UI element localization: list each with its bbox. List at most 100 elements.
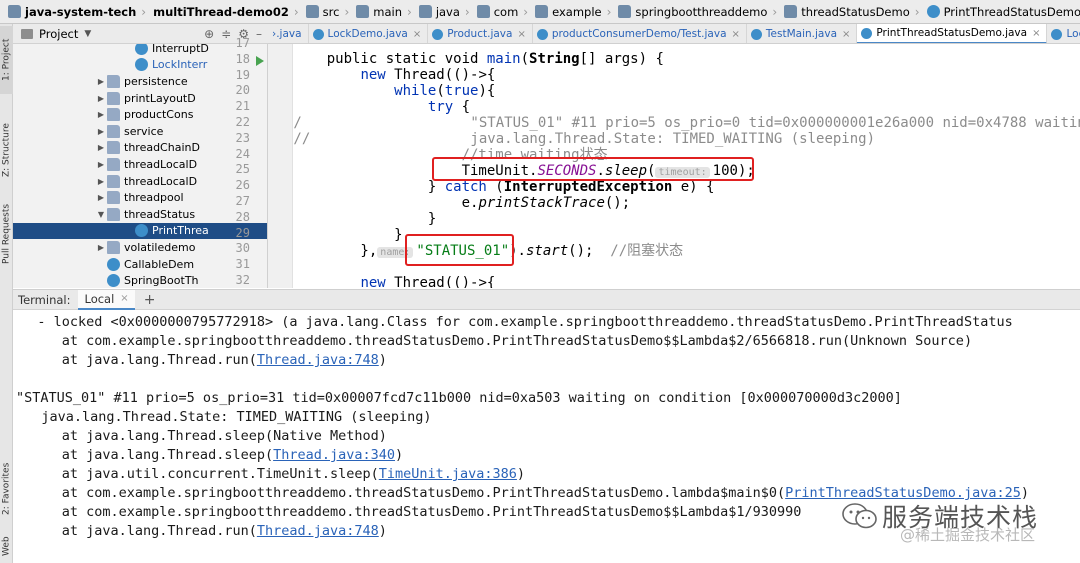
editor-tab[interactable]: Product.java × [428,24,533,43]
stack-link[interactable]: PrintThreadStatusDemo.java:25 [785,485,1021,501]
editor-tab-label: LockInterruptDemo.java [1066,28,1080,40]
locate-icon[interactable]: ⊕ [204,27,214,41]
add-terminal-icon[interactable]: + [144,292,156,308]
expand-arrow-icon[interactable]: ▶ [95,243,107,252]
breadcrumb-item[interactable]: java-system-tech [4,0,138,23]
favorites-tool-tab[interactable]: 2: Favorites [0,454,13,524]
close-icon[interactable]: × [413,29,421,40]
line-number: 17 [235,36,250,50]
tree-item-label: threadChainD [124,141,200,155]
breadcrumb-label: main [373,4,402,19]
expand-arrow-icon[interactable]: ▶ [95,77,107,86]
code-line-29: } [293,227,403,243]
editor-tab[interactable]: productConsumerDemo/Test.java × [533,24,747,43]
run-icon[interactable] [256,56,264,66]
close-icon[interactable]: × [732,29,740,40]
web-tool-tab[interactable]: Web [0,532,13,560]
breadcrumb-item[interactable]: com [473,0,521,23]
line-number: 24 [235,146,250,161]
breadcrumb-separator: › [914,4,920,19]
stack-link[interactable]: Thread.java:748 [257,352,379,368]
terminal-output[interactable]: - locked <0x0000000795772918> (a java.la… [13,310,1080,563]
breadcrumb-item[interactable]: main [352,0,404,23]
project-tool-tab-label: 1: Project [1,38,12,82]
breadcrumb-item[interactable]: src [302,0,342,23]
breadcrumb-label: PrintThreadStatusDemo [943,4,1080,19]
stack-link[interactable]: TimeUnit.java:386 [379,466,517,482]
editor-tab[interactable]: TestMain.java × [747,24,858,43]
class-icon [536,28,548,40]
close-icon[interactable]: × [842,29,850,40]
editor-tab-label: ›.java [272,28,302,40]
breadcrumb-separator: › [523,4,529,19]
editor-tab[interactable]: LockDemo.java × [309,24,429,43]
expand-arrow-icon[interactable]: ▶ [95,110,107,119]
editor-tab-label: PrintThreadStatusDemo.java [876,27,1028,39]
structure-tool-tab[interactable]: Z: Structure [0,116,13,184]
breadcrumb-label: threadStatusDemo [801,4,910,19]
code-line-22: // "STATUS_01" #11 prio=5 os_prio=0 tid=… [293,115,1080,131]
terminal-line: at java.lang.Thread.run(Thread.java:748) [13,523,387,539]
tree-item-label: printLayoutD [124,91,196,105]
line-number: 23 [235,130,250,145]
tree-item-label: SpringBootTh [124,274,199,288]
stack-link[interactable]: Thread.java:748 [257,523,379,539]
expand-arrow-icon[interactable]: ▶ [95,193,107,202]
expand-arrow-icon[interactable]: ▶ [95,160,107,169]
code-line-18: public static void main(String[] args) { [293,51,664,67]
terminal-line: at com.example.springbootthreaddemo.thre… [13,333,973,349]
close-icon[interactable]: × [120,293,128,304]
expand-arrow-icon[interactable]: ▶ [95,143,107,152]
editor-tab[interactable]: PrintThreadStatusDemo.java × [857,24,1048,43]
terminal-line: at com.example.springbootthreaddemo.thre… [13,485,1029,501]
chevron-down-icon[interactable]: ▼ [84,29,91,39]
terminal-line: - locked <0x0000000795772918> (a java.la… [13,314,1013,330]
code-line-26: } catch (InterruptedException e) { [293,179,715,195]
breadcrumb-item[interactable]: multiThread-demo02 [149,0,291,23]
class-icon [1051,28,1063,40]
tree-item-label: volatiledemo [124,240,196,254]
tree-item-label: PrintThrea [152,224,209,238]
annotation-sleep-call [432,157,754,181]
close-icon[interactable]: × [1032,28,1040,39]
annotation-thread-name [405,234,514,266]
editor-tab-label: productConsumerDemo/Test.java [551,28,727,40]
terminal-line: at java.lang.Thread.run(Thread.java:748) [13,352,387,368]
code-line-19: new Thread(()->{ [360,67,496,83]
editor-tab[interactable]: ›.java [268,24,309,43]
code-line-28: } [293,211,437,227]
close-icon[interactable]: × [517,29,525,40]
editor-gutter [268,44,293,288]
breadcrumb-item[interactable]: springbootthreaddemo [614,0,769,23]
breadcrumb-item[interactable]: example [531,0,604,23]
folder-icon [356,5,370,18]
tree-item-label: threadpool [124,191,184,205]
folder-icon [618,5,632,18]
breadcrumb-label: java-system-tech [25,4,137,19]
breadcrumb-item[interactable]: PrintThreadStatusDemo [923,0,1080,23]
editor-tab[interactable]: LockInterruptDemo.java× [1047,24,1080,43]
hide-icon[interactable]: – [256,27,262,41]
class-icon [312,28,324,40]
tree-item-label: InterruptD [152,44,209,55]
line-number: 21 [235,99,250,114]
pull-requests-tool-tab[interactable]: Pull Requests [0,194,13,274]
breadcrumb-item[interactable]: threadStatusDemo [780,0,912,23]
terminal-tab-local[interactable]: Local × [78,289,135,310]
project-panel-title[interactable]: Project [39,27,78,41]
breadcrumb-separator: › [141,4,147,19]
terminal-line: at java.lang.Thread.sleep(Native Method) [13,428,387,444]
line-number: 26 [235,178,250,193]
class-icon [135,58,148,72]
expand-arrow-icon[interactable]: ▶ [95,94,107,103]
breadcrumb-item[interactable]: java [415,0,462,23]
expand-arrow-icon[interactable]: ▼ [95,210,107,219]
package-icon [107,124,120,138]
expand-arrow-icon[interactable]: ▶ [95,177,107,186]
package-icon [107,91,120,105]
breadcrumb-label: example [552,4,602,19]
class-icon [926,5,940,18]
stack-link[interactable]: Thread.java:340 [273,447,395,463]
expand-arrow-icon[interactable]: ▶ [95,127,107,136]
project-tool-tab[interactable]: 1: Project [0,26,13,94]
